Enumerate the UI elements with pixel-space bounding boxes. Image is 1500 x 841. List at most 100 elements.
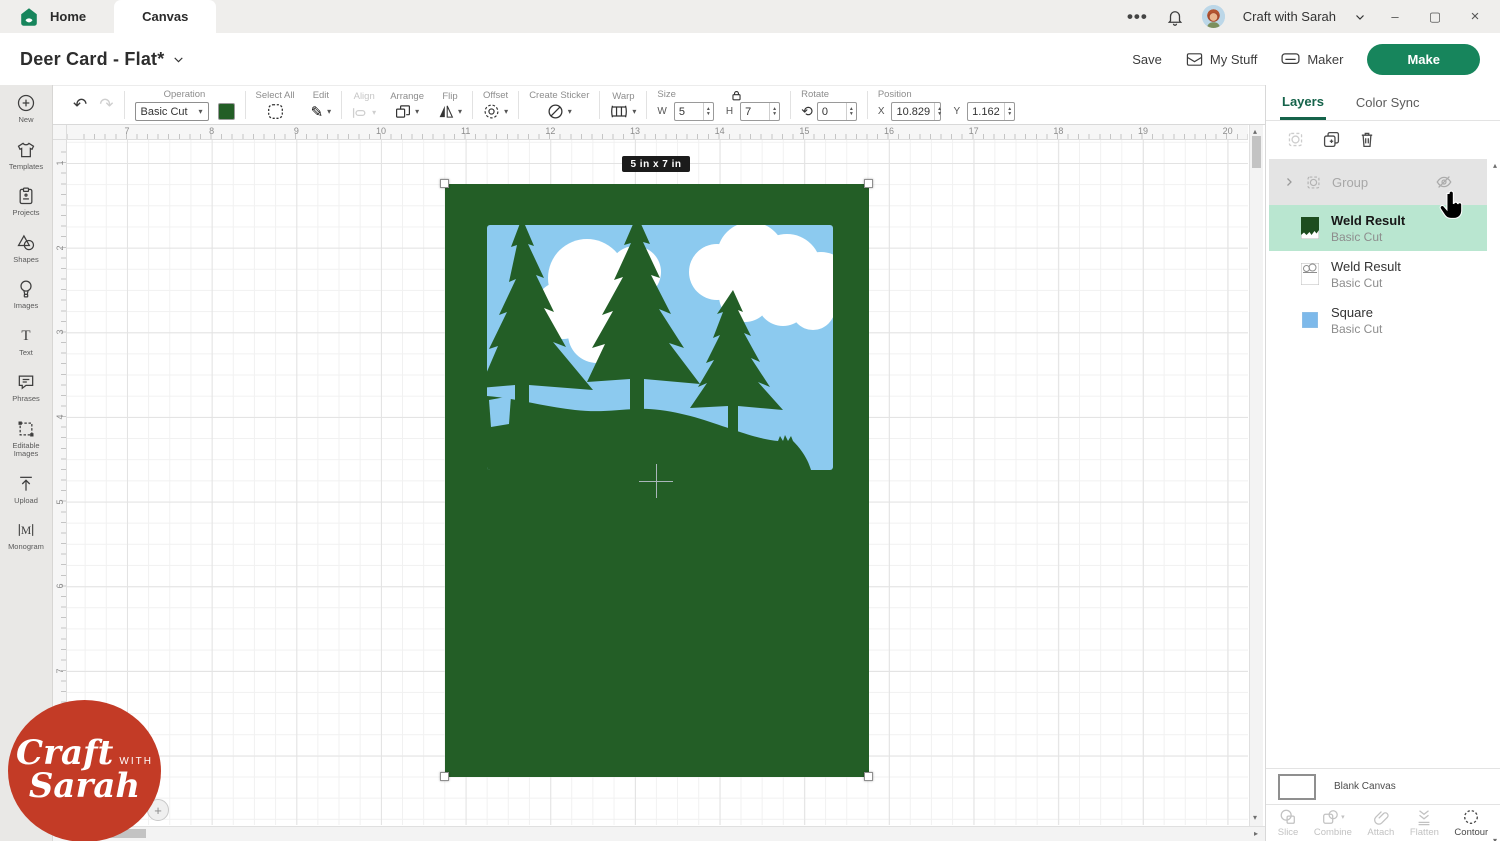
sidebar-item-upload[interactable]: Upload (0, 466, 52, 513)
layer-row-square[interactable]: Square Basic Cut (1269, 297, 1487, 343)
rotate-icon[interactable]: ⟲ (801, 103, 813, 120)
user-avatar[interactable] (1202, 5, 1225, 28)
create-sticker-menu[interactable]: Create Sticker ▾ (529, 90, 589, 120)
sidebar-label: Projects (12, 209, 39, 218)
redo-button[interactable]: ↷ (99, 95, 113, 115)
slice-icon (1279, 808, 1297, 826)
tab-color-sync[interactable]: Color Sync (1354, 85, 1422, 120)
height-value: 7 (741, 106, 769, 118)
group-expand-chevron-icon[interactable] (1283, 176, 1295, 188)
flatten-label: Flatten (1410, 827, 1439, 838)
more-menu-icon[interactable]: ••• (1127, 7, 1148, 27)
position-y-value: 1.162 (968, 106, 1004, 118)
position-y-steppers[interactable]: ▲▼ (1004, 103, 1014, 120)
window-minimize-button[interactable]: – (1384, 9, 1406, 24)
titlebar: Home Canvas ••• Craft with Sarah – ▢ × (0, 0, 1500, 33)
width-input[interactable]: 5 ▲▼ (674, 102, 714, 121)
layer-row-weld-result-2[interactable]: Weld Result Basic Cut (1269, 251, 1487, 297)
menubar: Deer Card - Flat* Save My Stuff Maker Ma… (0, 33, 1500, 85)
layers-scrollbar[interactable]: ▴ ▾ (1488, 161, 1499, 841)
layer-operation: Basic Cut (1331, 230, 1405, 244)
sidebar-item-new[interactable]: New (0, 85, 52, 132)
horizontal-scrollbar[interactable] (53, 826, 1265, 841)
layer-operation: Basic Cut (1331, 276, 1401, 290)
height-steppers[interactable]: ▲▼ (769, 103, 779, 120)
offset-menu[interactable]: Offset ▾ (483, 90, 508, 120)
sidebar-item-phrases[interactable]: Phrases (0, 364, 52, 411)
user-menu-chevron-down-icon[interactable] (1354, 11, 1366, 23)
layer-thumbnail-blue-square (1302, 312, 1318, 328)
selection-handle-top-right[interactable] (864, 179, 873, 188)
flatten-button: Flatten (1410, 808, 1439, 838)
my-stuff-button[interactable]: My Stuff (1186, 52, 1257, 67)
width-steppers[interactable]: ▲▼ (703, 103, 713, 120)
blank-canvas-row[interactable]: Blank Canvas (1266, 768, 1500, 804)
vertical-scrollbar[interactable] (1249, 125, 1263, 826)
machine-label: Maker (1307, 52, 1343, 67)
delete-button[interactable] (1358, 130, 1376, 149)
select-all-group[interactable]: Select All (256, 90, 295, 120)
height-input[interactable]: 7 ▲▼ (740, 102, 780, 121)
flip-menu[interactable]: Flip ▾ (438, 91, 462, 119)
duplicate-button[interactable] (1322, 130, 1341, 149)
bell-icon[interactable] (1166, 8, 1184, 26)
my-stuff-label: My Stuff (1210, 52, 1257, 67)
window-maximize-button[interactable]: ▢ (1424, 9, 1446, 25)
layer-name: Square (1331, 305, 1382, 320)
position-x-input[interactable]: 10.829 ▲▼ (891, 102, 941, 121)
position-y-input[interactable]: 1.162 ▲▼ (967, 102, 1015, 121)
blank-canvas-thumbnail (1278, 774, 1316, 800)
position-x-label: X (878, 106, 885, 117)
tab-canvas[interactable]: Canvas (114, 0, 216, 33)
selection-handle-top-left[interactable] (440, 179, 449, 188)
sidebar-item-images[interactable]: Images (0, 271, 52, 318)
undo-button[interactable]: ↶ (73, 95, 87, 115)
scroll-up-arrow[interactable]: ▴ (1253, 127, 1257, 136)
cricut-home-icon[interactable] (18, 6, 40, 28)
rotate-input[interactable]: 0 ▲▼ (817, 102, 857, 121)
save-button[interactable]: Save (1132, 52, 1162, 67)
tab-layers[interactable]: Layers (1280, 85, 1326, 120)
window-close-button[interactable]: × (1464, 8, 1486, 25)
warp-menu[interactable]: Warp ▾ (610, 91, 636, 119)
size-label: Size (657, 89, 675, 100)
home-tab-label[interactable]: Home (50, 9, 86, 24)
scroll-right-arrow[interactable]: ▸ (1254, 829, 1258, 838)
user-name[interactable]: Craft with Sarah (1243, 9, 1336, 24)
layer-operation: Basic Cut (1331, 322, 1382, 336)
combine-label: Combine (1314, 827, 1352, 838)
ruler-left-label: 7 (55, 664, 65, 678)
operation-dropdown[interactable]: Basic Cut ▾ (135, 102, 209, 121)
sidebar-item-projects[interactable]: Projects (0, 178, 52, 225)
color-swatch[interactable] (218, 103, 235, 120)
sidebar-item-text[interactable]: T Text (0, 318, 52, 365)
sidebar-item-templates[interactable]: Templates (0, 132, 52, 179)
make-button[interactable]: Make (1367, 44, 1480, 75)
selection-handle-bottom-right[interactable] (864, 772, 873, 781)
project-title-chevron-icon[interactable] (172, 53, 185, 66)
layers-scroll-up-arrow[interactable]: ▴ (1493, 161, 1497, 170)
visibility-off-icon[interactable] (1435, 173, 1453, 191)
contour-button[interactable]: Contour (1454, 808, 1488, 838)
sidebar-item-editable-images[interactable]: Editable Images (0, 411, 52, 466)
vertical-scrollbar-thumb[interactable] (1252, 136, 1261, 168)
position-x-steppers[interactable]: ▲▼ (934, 103, 944, 120)
lock-aspect-icon[interactable] (731, 90, 742, 101)
arrange-menu[interactable]: Arrange ▾ (390, 91, 424, 119)
upload-arrow-icon (16, 474, 36, 494)
layer-name-group: Group (1332, 175, 1368, 190)
rotate-steppers[interactable]: ▲▼ (846, 103, 856, 120)
sidebar-item-monogram[interactable]: M Monogram (0, 512, 52, 559)
ruler-top-label: 18 (1053, 126, 1063, 136)
edit-menu[interactable]: Edit ✎▾ (311, 90, 332, 121)
ruler-top-label: 19 (1138, 126, 1148, 136)
machine-selector[interactable]: Maker (1281, 52, 1343, 67)
layers-scroll-down-arrow[interactable]: ▾ (1493, 836, 1497, 841)
position-y-label: Y (953, 106, 960, 117)
selection-handle-bottom-left[interactable] (440, 772, 449, 781)
height-label: H (726, 106, 733, 117)
sidebar-item-shapes[interactable]: Shapes (0, 225, 52, 272)
flip-label: Flip (442, 91, 457, 102)
scroll-down-arrow[interactable]: ▾ (1253, 813, 1257, 822)
editable-frame-icon (16, 419, 36, 439)
